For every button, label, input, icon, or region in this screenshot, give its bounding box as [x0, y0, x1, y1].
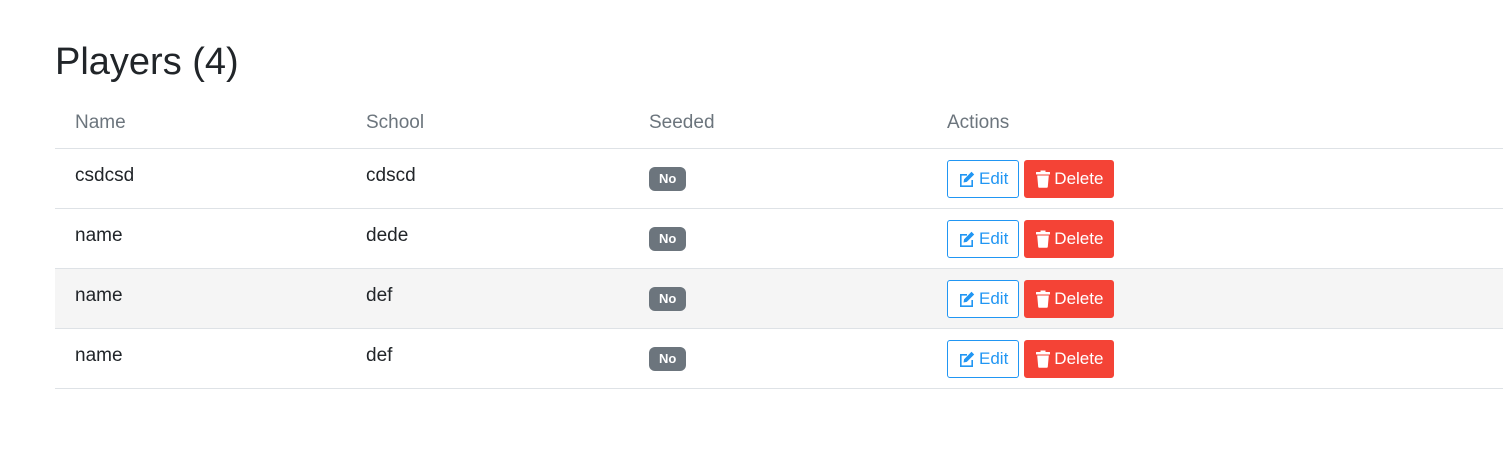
delete-label: Delete — [1054, 348, 1104, 368]
table-row: name dede No Edit Delete — [55, 209, 1503, 269]
edit-label: Edit — [979, 348, 1009, 368]
column-header-actions: Actions — [947, 111, 1010, 133]
delete-button[interactable]: Delete — [1024, 339, 1115, 378]
players-page: Players (4) Name School Seeded Actions c… — [0, 0, 1503, 453]
column-header-name: Name — [75, 111, 126, 133]
player-name: csdcsd — [75, 164, 135, 186]
table-header-row: Name School Seeded Actions — [55, 97, 1503, 149]
table-row: csdcsd cdscd No Edit Delete — [55, 149, 1503, 209]
seeded-badge: No — [649, 226, 687, 251]
column-header-school: School — [366, 111, 425, 133]
row-actions: Edit Delete — [947, 209, 1119, 268]
edit-icon — [960, 231, 975, 247]
player-school: def — [366, 284, 393, 306]
row-actions: Edit Delete — [947, 269, 1119, 328]
edit-button[interactable]: Edit — [947, 279, 1020, 318]
player-school: cdscd — [366, 164, 416, 186]
player-name: name — [75, 224, 123, 246]
edit-button[interactable]: Edit — [947, 219, 1020, 258]
trash-icon — [1036, 230, 1051, 248]
edit-label: Edit — [979, 228, 1009, 248]
seeded-badge: No — [649, 286, 687, 311]
seeded-badge: No — [649, 346, 687, 371]
edit-label: Edit — [979, 168, 1009, 188]
edit-button[interactable]: Edit — [947, 339, 1020, 378]
table-row: name def No Edit Delete — [55, 329, 1503, 389]
delete-button[interactable]: Delete — [1024, 279, 1115, 318]
delete-label: Delete — [1054, 168, 1104, 188]
player-name: name — [75, 284, 123, 306]
trash-icon — [1036, 290, 1051, 308]
edit-icon — [960, 291, 975, 307]
seeded-badge: No — [649, 166, 687, 191]
delete-label: Delete — [1054, 288, 1104, 308]
edit-icon — [960, 351, 975, 367]
row-actions: Edit Delete — [947, 329, 1119, 388]
trash-icon — [1036, 350, 1051, 368]
players-table: Name School Seeded Actions csdcsd cdscd … — [55, 97, 1503, 389]
player-school: def — [366, 344, 393, 366]
edit-button[interactable]: Edit — [947, 159, 1020, 198]
player-school: dede — [366, 224, 409, 246]
delete-label: Delete — [1054, 228, 1104, 248]
player-name: name — [75, 344, 123, 366]
table-row: name def No Edit Delete — [55, 269, 1503, 329]
column-header-seeded: Seeded — [649, 111, 715, 133]
edit-icon — [960, 171, 975, 187]
delete-button[interactable]: Delete — [1024, 159, 1115, 198]
delete-button[interactable]: Delete — [1024, 219, 1115, 258]
edit-label: Edit — [979, 288, 1009, 308]
row-actions: Edit Delete — [947, 149, 1119, 208]
trash-icon — [1036, 170, 1051, 188]
page-title: Players (4) — [55, 41, 239, 83]
